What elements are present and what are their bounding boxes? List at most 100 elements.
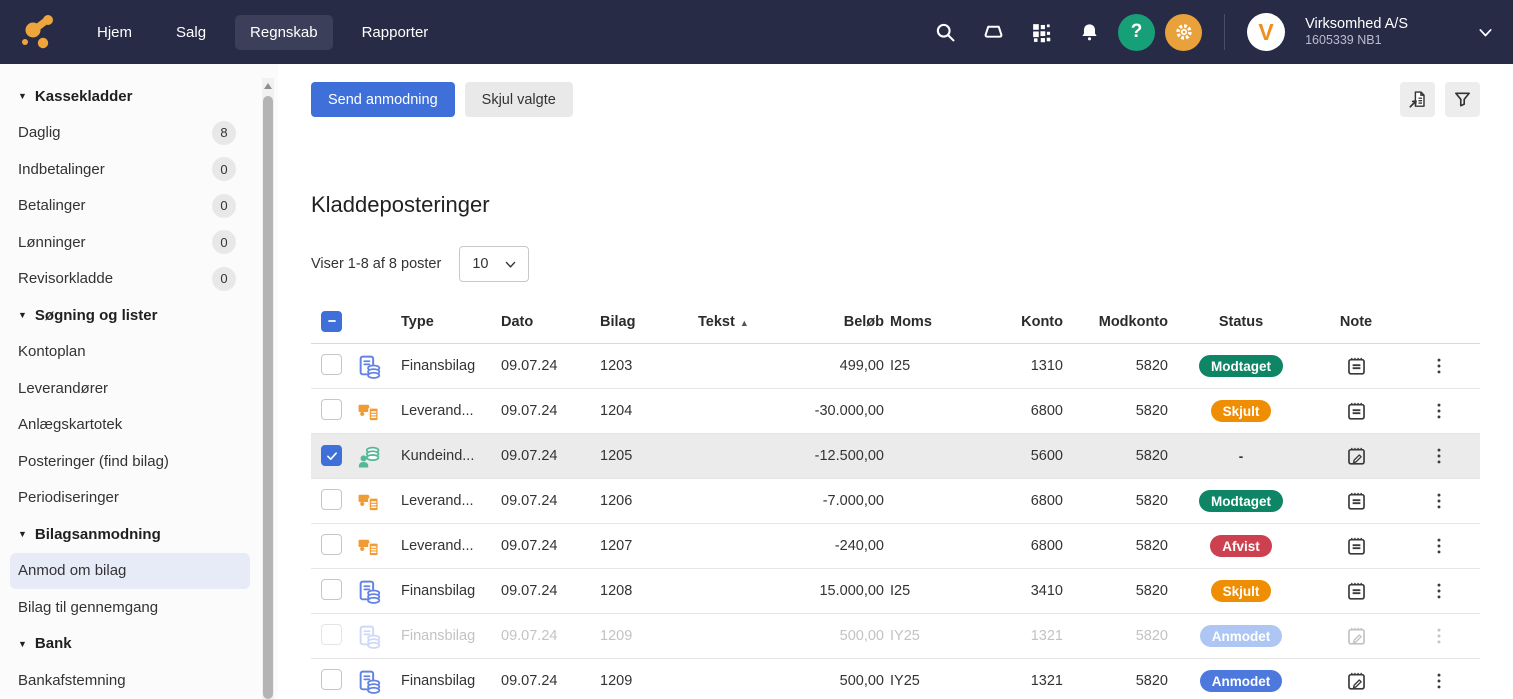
bilag-cell: 1209	[600, 628, 698, 644]
belob-cell: -12.500,00	[780, 448, 890, 464]
sidebar-item-daglig[interactable]: Daglig 8	[0, 115, 278, 152]
note-lines-icon[interactable]	[1345, 580, 1368, 603]
finance-voucher-icon	[357, 354, 382, 379]
row-checkbox[interactable]	[321, 624, 342, 645]
skjul-valgte-button[interactable]: Skjul valgte	[465, 82, 573, 117]
column-header-status[interactable]: Status	[1174, 314, 1314, 330]
chevron-down-icon[interactable]	[1476, 23, 1495, 42]
row-checkbox[interactable]	[321, 354, 342, 375]
table-row[interactable]: Leverand... 09.07.24 1204 -30.000,00 680…	[311, 389, 1480, 434]
note-lines-icon[interactable]	[1345, 400, 1368, 423]
table-header-row: Type Dato Bilag Tekst▲ Beløb Moms Konto …	[311, 300, 1480, 344]
export-button[interactable]	[1400, 82, 1435, 117]
scrollbar-thumb[interactable]	[263, 96, 273, 699]
inbox-icon[interactable]	[974, 13, 1012, 51]
notifications-bell-icon[interactable]	[1070, 13, 1108, 51]
modkonto-cell: 5820	[1069, 583, 1174, 599]
sidebar-item-leverandorer[interactable]: Leverandører	[0, 370, 278, 407]
sidebar-item-revisorkladde[interactable]: Revisorkladde 0	[0, 261, 278, 298]
row-checkbox[interactable]	[321, 579, 342, 600]
type-cell: Leverand...	[401, 493, 501, 509]
app-logo-icon[interactable]	[18, 10, 62, 54]
column-header-bilag[interactable]: Bilag	[600, 314, 698, 330]
row-checkbox[interactable]	[321, 669, 342, 690]
table-row[interactable]: Finansbilag 09.07.24 1208 15.000,00 I25 …	[311, 569, 1480, 614]
row-menu-kebab-icon[interactable]	[1429, 626, 1449, 646]
note-lines-icon[interactable]	[1345, 535, 1368, 558]
column-header-belob[interactable]: Beløb	[780, 314, 890, 330]
sidebar-item-indbetalinger[interactable]: Indbetalinger 0	[0, 151, 278, 188]
sidebar-item-bilag-til-gennemgang[interactable]: Bilag til gennemgang	[0, 589, 278, 626]
nav-item-regnskab[interactable]: Regnskab	[235, 15, 333, 50]
sidebar-item-anmod-om-bilag[interactable]: Anmod om bilag	[10, 553, 250, 590]
select-all-checkbox[interactable]	[321, 311, 342, 332]
column-header-dato[interactable]: Dato	[501, 314, 600, 330]
row-checkbox[interactable]	[321, 399, 342, 420]
nav-item-hjem[interactable]: Hjem	[82, 15, 147, 50]
table-row[interactable]: Leverand... 09.07.24 1206 -7.000,00 6800…	[311, 479, 1480, 524]
nav-item-rapporter[interactable]: Rapporter	[347, 15, 444, 50]
company-avatar[interactable]: V	[1247, 13, 1285, 51]
send-anmodning-button[interactable]: Send anmodning	[311, 82, 455, 117]
modkonto-cell: 5820	[1069, 538, 1174, 554]
row-menu-kebab-icon[interactable]	[1429, 581, 1449, 601]
page-size-select[interactable]: 10	[459, 246, 529, 282]
nav-item-salg[interactable]: Salg	[161, 15, 221, 50]
note-edit-icon[interactable]	[1345, 625, 1368, 648]
sidebar-item-anlaegskartotek[interactable]: Anlægskartotek	[0, 407, 278, 444]
column-header-moms[interactable]: Moms	[890, 314, 990, 330]
column-header-modkonto[interactable]: Modkonto	[1069, 314, 1174, 330]
column-header-note[interactable]: Note	[1314, 314, 1404, 330]
table-row[interactable]: Kundeind... 09.07.24 1205 -12.500,00 560…	[311, 434, 1480, 479]
apps-icon[interactable]	[1022, 13, 1060, 51]
moms-cell: IY25	[890, 628, 990, 644]
sidebar-section-sogning-og-lister[interactable]: ▼ Søgning og lister	[0, 297, 278, 334]
sidebar-scrollbar[interactable]	[262, 78, 274, 699]
modkonto-cell: 5820	[1069, 358, 1174, 374]
row-checkbox[interactable]	[321, 445, 342, 466]
help-button[interactable]: ?	[1118, 14, 1155, 51]
row-checkbox[interactable]	[321, 534, 342, 555]
note-lines-icon[interactable]	[1345, 355, 1368, 378]
sidebar-item-bankafstemning[interactable]: Bankafstemning	[0, 662, 278, 699]
table-row[interactable]: Finansbilag 09.07.24 1209 500,00 IY25 13…	[311, 614, 1480, 659]
sidebar-section-kassekladder[interactable]: ▼ Kassekladder	[0, 78, 278, 115]
belob-cell: -7.000,00	[780, 493, 890, 509]
column-header-type[interactable]: Type	[401, 314, 501, 330]
sidebar-section-bilagsanmodning[interactable]: ▼ Bilagsanmodning	[0, 516, 278, 553]
filter-button[interactable]	[1445, 82, 1480, 117]
table-row[interactable]: Leverand... 09.07.24 1207 -240,00 6800 5…	[311, 524, 1480, 569]
bilag-cell: 1206	[600, 493, 698, 509]
search-icon[interactable]	[926, 13, 964, 51]
row-checkbox[interactable]	[321, 489, 342, 510]
sidebar-item-periodiseringer[interactable]: Periodiseringer	[0, 480, 278, 517]
column-header-konto[interactable]: Konto	[990, 314, 1069, 330]
row-menu-kebab-icon[interactable]	[1429, 356, 1449, 376]
bilag-cell: 1205	[600, 448, 698, 464]
row-menu-kebab-icon[interactable]	[1429, 401, 1449, 421]
finance-voucher-icon	[357, 579, 382, 604]
column-header-tekst[interactable]: Tekst▲	[698, 314, 780, 330]
row-menu-kebab-icon[interactable]	[1429, 446, 1449, 466]
sidebar-item-betalinger[interactable]: Betalinger 0	[0, 188, 278, 225]
scroll-up-arrow-icon[interactable]	[264, 83, 272, 89]
top-navigation: Hjem Salg Regnskab Rapporter ? V Virksom…	[0, 0, 1513, 64]
row-menu-kebab-icon[interactable]	[1429, 536, 1449, 556]
sidebar-item-lonninger[interactable]: Lønninger 0	[0, 224, 278, 261]
company-id: 1605339 NB1	[1305, 33, 1408, 49]
note-edit-icon[interactable]	[1345, 445, 1368, 468]
row-menu-kebab-icon[interactable]	[1429, 671, 1449, 691]
modkonto-cell: 5820	[1069, 403, 1174, 419]
status-badge: Modtaget	[1199, 490, 1283, 512]
table-row[interactable]: Finansbilag 09.07.24 1209 500,00 IY25 13…	[311, 659, 1480, 699]
row-menu-kebab-icon[interactable]	[1429, 491, 1449, 511]
count-badge: 8	[212, 121, 236, 145]
sidebar-section-bank[interactable]: ▼ Bank	[0, 626, 278, 663]
settings-gear-button[interactable]	[1165, 14, 1202, 51]
company-info[interactable]: Virksomhed A/S 1605339 NB1	[1305, 15, 1408, 49]
note-edit-icon[interactable]	[1345, 670, 1368, 693]
note-lines-icon[interactable]	[1345, 490, 1368, 513]
sidebar-item-posteringer[interactable]: Posteringer (find bilag)	[0, 443, 278, 480]
sidebar-item-kontoplan[interactable]: Kontoplan	[0, 334, 278, 371]
table-row[interactable]: Finansbilag 09.07.24 1203 499,00 I25 131…	[311, 344, 1480, 389]
